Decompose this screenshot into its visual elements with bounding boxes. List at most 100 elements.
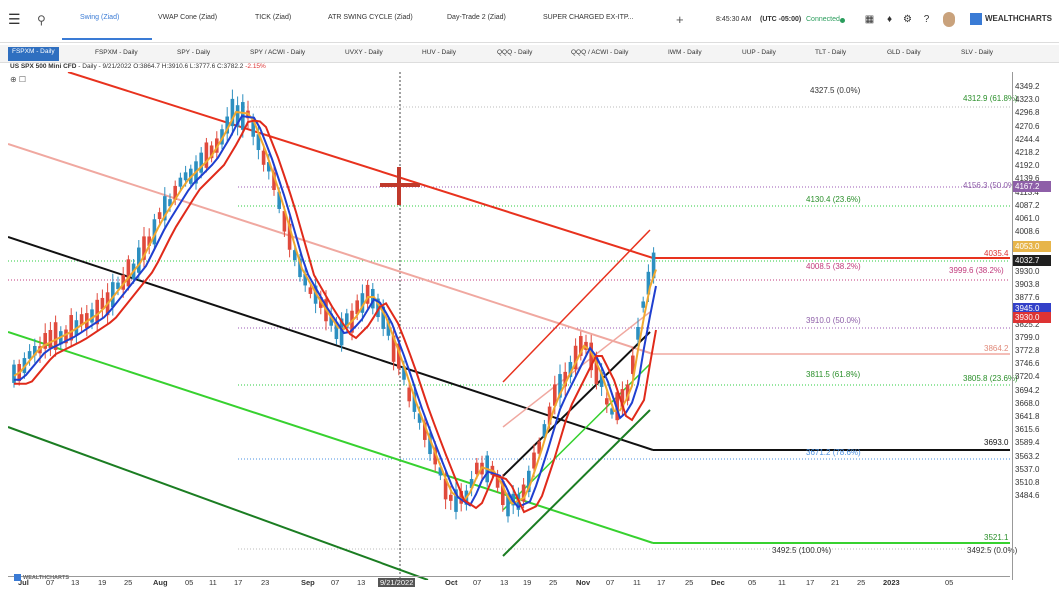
time-tick-label: 19	[523, 578, 532, 587]
price-tick-label: 3746.6	[1015, 359, 1040, 369]
time-tick-label: 17	[806, 578, 815, 587]
bell-icon[interactable]: ♦	[884, 14, 895, 25]
gear-icon[interactable]: ⚙	[902, 14, 913, 25]
price-tick-label: 3615.6	[1015, 425, 1040, 435]
time-tick-label: 07	[331, 578, 340, 587]
price-tick-label: 4270.6	[1015, 121, 1040, 131]
candle-body	[183, 172, 188, 181]
tab-atr-swing-cycle[interactable]: ATR SWING CYCLE (Ziad)	[328, 14, 413, 21]
symbol-tab-tlt[interactable]: TLT - Daily	[815, 49, 846, 61]
watermark-text: WEALTHCHARTS	[23, 574, 70, 581]
clock: 8:45:30 AM	[716, 16, 752, 23]
fib-label-3805: 3805.8 (23.6%)	[963, 374, 1018, 383]
price-tick-label: 3668.0	[1015, 398, 1040, 408]
level-label-3521: 3521.1	[984, 533, 1009, 542]
price-chart[interactable]	[8, 72, 1010, 580]
instrument-name: US SPX 500 Mini CFD	[10, 63, 77, 70]
symbol-tab-fspxm-2[interactable]: FSPXM - Daily	[95, 49, 138, 61]
fib-label-4156: 4156.3 (50.0%)	[963, 181, 1018, 190]
avatar[interactable]	[943, 12, 955, 27]
symbol-tab-fspxm[interactable]: FSPXM - Daily	[8, 47, 59, 61]
help-icon[interactable]: ?	[921, 14, 932, 25]
candle-body	[407, 387, 411, 402]
price-tick-label: 3537.0	[1015, 464, 1040, 474]
time-tick-label: Dec	[711, 578, 725, 587]
symbol-tab-spy-acwi[interactable]: SPY / ACWI - Daily	[250, 49, 305, 61]
time-tick-label: 05	[185, 578, 194, 587]
tab-swing[interactable]: Swing (Ziad)	[80, 14, 119, 21]
change-percent: -2.15%	[245, 63, 266, 70]
price-tick-label: 4349.2	[1015, 82, 1040, 91]
symbol-tab-uup[interactable]: UUP - Daily	[742, 49, 776, 61]
fib-label-3999: 3999.6 (38.2%)	[949, 266, 1004, 275]
candle-body	[475, 462, 479, 475]
symbol-tab-uvxy[interactable]: UVXY - Daily	[345, 49, 383, 61]
tab-super-charged[interactable]: SUPER CHARGED EX-ITP...	[543, 14, 634, 21]
time-tick-label: 13	[71, 578, 80, 587]
time-tick-label: Nov	[576, 578, 591, 587]
symbol-tab-iwm[interactable]: IWM - Daily	[668, 49, 702, 61]
channel-black	[8, 236, 654, 451]
watermark-icon	[14, 574, 21, 581]
price-tick-label: 4061.0	[1015, 214, 1040, 223]
candle-body	[178, 177, 183, 187]
connection-status: Connected	[806, 16, 840, 23]
fib-label-3910: 3910.0 (50.0%)	[806, 316, 861, 325]
time-tick-label: 11	[778, 578, 786, 587]
time-tick-label: 05	[945, 578, 954, 587]
price-axis[interactable]: 4349.2 4323.0 4296.8 4270.6 4244.4 4218.2 4192…	[1012, 72, 1059, 580]
fib-label-3492-zero: 3492.5 (0.0%)	[967, 546, 1018, 555]
time-tick-label: 21	[831, 578, 840, 587]
price-marker-box: 4053.0	[1013, 241, 1051, 252]
symbol-tab-huv[interactable]: HUV - Daily	[422, 49, 456, 61]
price-tick-label: 3563.2	[1015, 451, 1040, 461]
time-tick-label: 25	[857, 578, 866, 587]
time-tick-label: 13	[357, 578, 366, 587]
search-icon[interactable]: ⚲	[37, 13, 46, 27]
tab-tick[interactable]: TICK (Ziad)	[255, 14, 291, 21]
active-tab-indicator	[62, 38, 152, 40]
fib-label-4312: 4312.9 (61.8%)	[963, 94, 1018, 103]
ohlc-values: - Daily - 9/21/2022 O:3864.7 H:3910.6 L:…	[76, 63, 246, 70]
symbol-tab-qqq[interactable]: QQQ - Daily	[497, 49, 532, 61]
price-tick-label: 4323.0	[1015, 95, 1040, 105]
tab-day-trade-2[interactable]: Day-Trade 2 (Ziad)	[447, 14, 506, 21]
channel-green-dark	[8, 426, 429, 580]
symbol-tabs: FSPXM - Daily FSPXM - Daily SPY - Daily …	[0, 45, 1059, 63]
level-label-3693: 3693.0	[984, 438, 1009, 447]
price-marker-box: 4032.7	[1013, 255, 1051, 266]
time-tick-label: 11	[209, 578, 217, 587]
time-tick-label: 13	[500, 578, 509, 587]
time-tick-label: 07	[606, 578, 615, 587]
time-tick-label: 07	[473, 578, 482, 587]
channel-green-light	[8, 331, 654, 544]
candle-body	[199, 152, 203, 173]
timezone[interactable]: (UTC -05:00)	[760, 16, 801, 23]
time-tick-label: 23	[261, 578, 270, 587]
add-tab-button[interactable]: +	[676, 12, 684, 27]
symbol-tab-gld[interactable]: GLD - Daily	[887, 49, 921, 61]
hamburger-menu-icon[interactable]: ☰	[8, 12, 22, 26]
logo-icon	[970, 13, 982, 25]
price-tick-label: 3772.8	[1015, 346, 1040, 355]
ohlc-readout: US SPX 500 Mini CFD - Daily - 9/21/2022 …	[10, 63, 266, 70]
fib-label-4130: 4130.4 (23.6%)	[806, 195, 861, 204]
fib-label-3811: 3811.5 (61.8%)	[806, 370, 861, 379]
tab-vwap-cone[interactable]: VWAP Cone (Ziad)	[158, 14, 217, 21]
price-tick-label: 3589.4	[1015, 438, 1040, 448]
fib-label-3492: 3492.5 (100.0%)	[772, 546, 832, 555]
ma-orange	[13, 110, 657, 505]
symbol-tab-slv[interactable]: SLV - Daily	[961, 49, 993, 61]
save-icon[interactable]: ▦	[864, 14, 875, 25]
price-tick-label: 4218.2	[1015, 148, 1040, 157]
time-axis[interactable]: Jul 07 13 19 25 Aug 05 11 17 23 Sep 07 13 9/21/2022 Oc…	[8, 576, 1010, 589]
candle-body	[308, 287, 313, 294]
price-tick-label: 3484.6	[1015, 491, 1040, 501]
candle-body	[157, 212, 162, 220]
candle-body	[449, 494, 453, 501]
symbol-tab-spy[interactable]: SPY - Daily	[177, 49, 210, 61]
time-tick-label: 17	[657, 578, 666, 587]
symbol-tab-qqq-acwi[interactable]: QQQ / ACWI - Daily	[571, 49, 628, 61]
fib-label-4327: 4327.5 (0.0%)	[810, 86, 861, 95]
time-tick-label: 25	[124, 578, 133, 587]
